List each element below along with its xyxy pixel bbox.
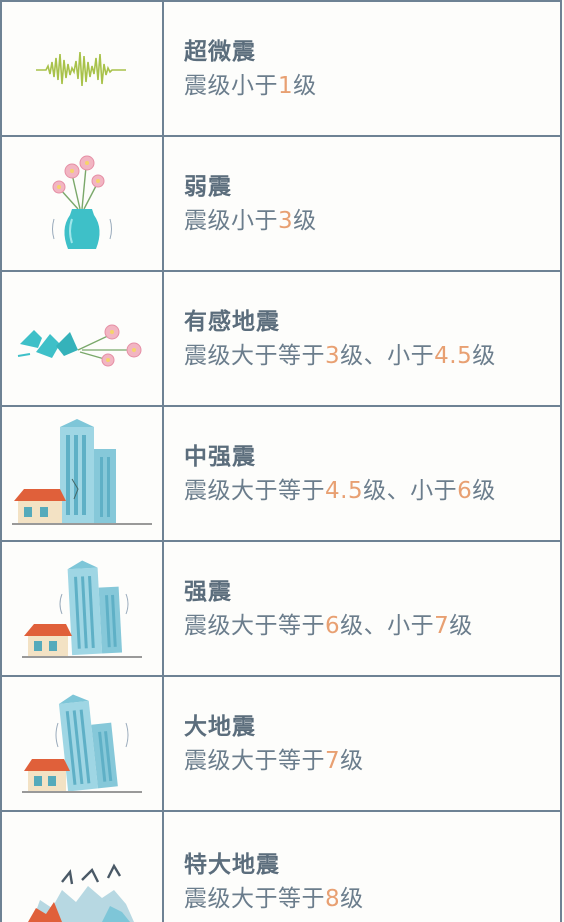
shaking-buildings-icon — [0, 542, 164, 675]
description-text: 震级大于等于 — [184, 747, 325, 774]
level-description: 震级大于等于3级、小于4.5级 — [184, 339, 560, 373]
magnitude-number: 7 — [325, 747, 341, 774]
magnitude-number: 3 — [325, 342, 341, 369]
description-text: 震级大于等于 — [184, 342, 325, 369]
level-text-cell: 弱震 震级小于3级 — [164, 137, 562, 270]
description-text: 级 — [340, 886, 364, 912]
level-text-cell: 大地震 震级大于等于7级 — [164, 677, 562, 810]
table-row: 特大地震 震级大于等于8级 — [0, 812, 562, 922]
magnitude-number: 6 — [325, 612, 341, 639]
magnitude-number: 1 — [278, 72, 294, 99]
collapsed-rubble-icon — [0, 812, 164, 922]
description-text: 级、小于 — [340, 612, 435, 639]
seismograph-wave-icon — [0, 2, 164, 135]
level-title: 大地震 — [184, 713, 256, 740]
description-text: 震级大于等于 — [184, 477, 325, 504]
level-description: 震级小于1级 — [184, 69, 560, 103]
level-text-cell: 特大地震 震级大于等于8级 — [164, 812, 562, 922]
description-text: 级 — [293, 207, 317, 234]
description-text: 级 — [472, 342, 496, 369]
level-title: 超微震 — [184, 38, 256, 65]
magnitude-number: 8 — [325, 886, 341, 912]
description-text: 震级大于等于 — [184, 612, 325, 639]
table-row: 弱震 震级小于3级 — [0, 137, 562, 272]
magnitude-number: 4.5 — [325, 477, 364, 504]
level-text-cell: 有感地震 震级大于等于3级、小于4.5级 — [164, 272, 562, 405]
level-title: 中强震 — [184, 443, 256, 470]
table-row: 中强震 震级大于等于4.5级、小于6级 — [0, 407, 562, 542]
shaking-vase-icon — [0, 137, 164, 270]
description-text: 级 — [472, 477, 496, 504]
description-text: 级、小于 — [340, 342, 435, 369]
level-title: 特大地震 — [184, 852, 280, 878]
description-text: 级 — [340, 747, 364, 774]
magnitude-number: 4.5 — [434, 342, 473, 369]
table-row: 有感地震 震级大于等于3级、小于4.5级 — [0, 272, 562, 407]
magnitude-number: 3 — [278, 207, 294, 234]
table-row: 强震 震级大于等于6级、小于7级 — [0, 542, 562, 677]
level-description: 震级小于3级 — [184, 204, 560, 238]
level-title: 有感地震 — [184, 308, 280, 335]
broken-vase-icon — [0, 272, 164, 405]
table-row: 大地震 震级大于等于7级 — [0, 677, 562, 812]
description-text: 级 — [449, 612, 473, 639]
level-title: 弱震 — [184, 173, 232, 200]
earthquake-magnitude-table: 超微震 震级小于1级 弱震 震级小于3级 有感地震 震级大于等于3级、小于4.5… — [0, 0, 562, 922]
level-text-cell: 超微震 震级小于1级 — [164, 2, 562, 135]
level-text-cell: 强震 震级大于等于6级、小于7级 — [164, 542, 562, 675]
magnitude-number: 6 — [457, 477, 473, 504]
level-title: 强震 — [184, 578, 232, 605]
description-text: 级、小于 — [363, 477, 458, 504]
description-text: 震级小于 — [184, 207, 278, 234]
description-text: 震级小于 — [184, 72, 278, 99]
level-description: 震级大于等于7级 — [184, 744, 560, 778]
level-description: 震级大于等于6级、小于7级 — [184, 609, 560, 643]
table-row: 超微震 震级小于1级 — [0, 2, 562, 137]
cracked-buildings-icon — [0, 407, 164, 540]
magnitude-number: 7 — [434, 612, 450, 639]
level-text-cell: 中强震 震级大于等于4.5级、小于6级 — [164, 407, 562, 540]
leaning-buildings-icon — [0, 677, 164, 810]
description-text: 级 — [293, 72, 317, 99]
description-text: 震级大于等于 — [184, 886, 325, 912]
level-description: 震级大于等于4.5级、小于6级 — [184, 474, 560, 508]
